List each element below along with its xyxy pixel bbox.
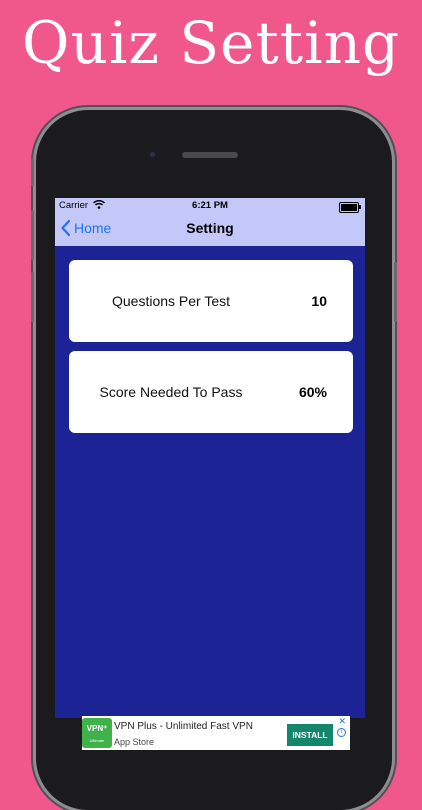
volume-up-button bbox=[31, 210, 34, 260]
front-camera bbox=[147, 149, 158, 160]
close-icon[interactable]: ✕ bbox=[338, 716, 346, 727]
setting-label: Score Needed To Pass bbox=[99, 384, 243, 400]
app-screen: Carrier 6:21 PM Home Setting Questions P… bbox=[55, 198, 365, 718]
earpiece-speaker bbox=[182, 152, 238, 158]
setting-label: Questions Per Test bbox=[111, 293, 231, 309]
setting-questions-per-test[interactable]: Questions Per Test 10 bbox=[69, 260, 353, 342]
status-time: 6:21 PM bbox=[192, 200, 228, 211]
promo-title: Quiz Setting bbox=[21, 9, 401, 77]
ad-title: VPN Plus - Unlimited Fast VPN bbox=[114, 721, 253, 732]
battery-icon bbox=[339, 202, 361, 213]
page-title: Setting bbox=[186, 220, 234, 236]
setting-score-needed-to-pass[interactable]: Score Needed To Pass 60% bbox=[69, 351, 353, 433]
vpn-app-icon: VPN⁺ Ultimate bbox=[82, 718, 112, 748]
install-button[interactable]: INSTALL bbox=[287, 724, 333, 746]
navigation-bar: Carrier 6:21 PM Home Setting bbox=[55, 198, 365, 246]
ad-subtitle: App Store bbox=[114, 737, 155, 747]
power-button bbox=[394, 262, 397, 322]
ad-banner[interactable]: VPN⁺ Ultimate VPN Plus - Unlimited Fast … bbox=[82, 716, 350, 750]
phone-frame: Carrier 6:21 PM Home Setting Questions P… bbox=[31, 110, 397, 810]
status-bar: Carrier 6:21 PM bbox=[55, 198, 365, 214]
volume-down-button bbox=[31, 272, 34, 322]
setting-value: 10 bbox=[311, 293, 327, 309]
info-icon[interactable]: i bbox=[337, 728, 346, 737]
phone-side-button bbox=[31, 158, 34, 186]
setting-value: 60% bbox=[298, 384, 327, 400]
